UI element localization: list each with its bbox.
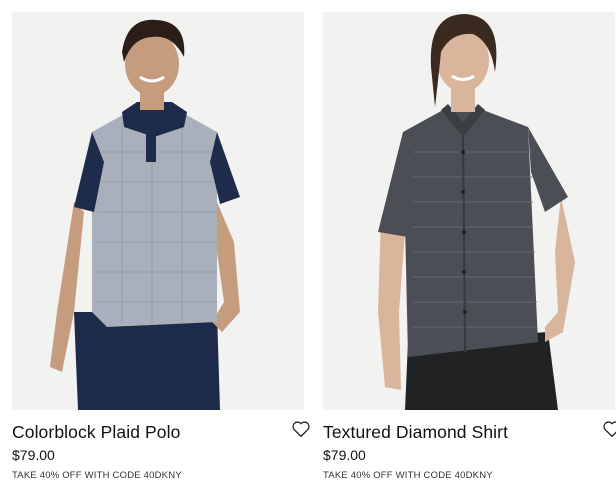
- product-image[interactable]: [323, 12, 615, 410]
- product-price: $79.00: [12, 447, 55, 463]
- product-card[interactable]: Colorblock Plaid Polo $79.00 TAKE 40% OF…: [12, 0, 310, 481]
- product-photo-shirt: [323, 12, 615, 410]
- promo-text: TAKE 40% OFF WITH CODE 40DKNY: [12, 470, 182, 481]
- product-photo-polo: [12, 12, 304, 410]
- product-price: $79.00: [323, 447, 366, 463]
- product-title[interactable]: Colorblock Plaid Polo: [12, 422, 180, 443]
- promo-text: TAKE 40% OFF WITH CODE 40DKNY: [323, 470, 493, 481]
- heart-outline-icon[interactable]: [291, 420, 313, 440]
- heart-outline-icon[interactable]: [602, 420, 616, 440]
- product-image[interactable]: [12, 12, 304, 410]
- product-card[interactable]: Textured Diamond Shirt $79.00 TAKE 40% O…: [323, 0, 616, 481]
- product-title[interactable]: Textured Diamond Shirt: [323, 422, 508, 443]
